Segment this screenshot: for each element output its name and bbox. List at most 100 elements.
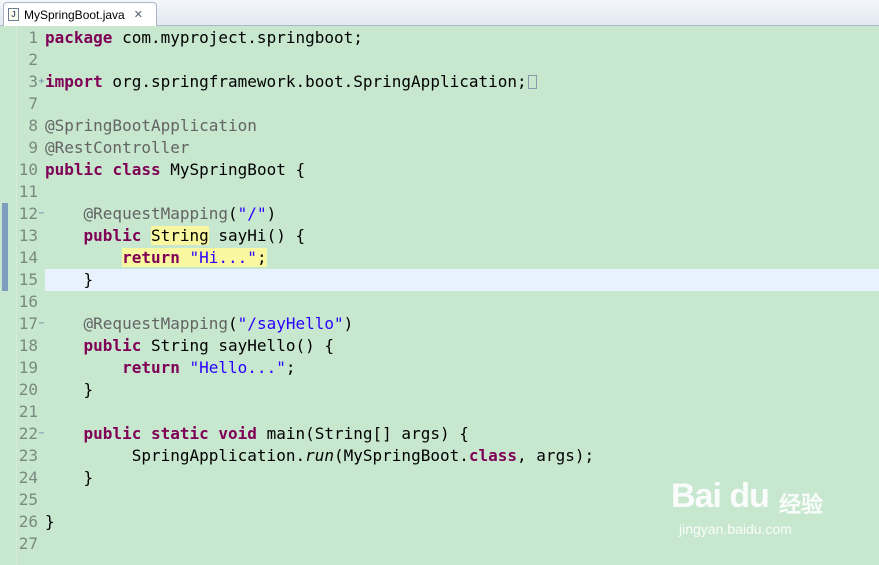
collapse-fold-icon[interactable]: − <box>38 203 45 225</box>
code-line[interactable] <box>45 401 879 423</box>
code-token: } <box>45 380 94 399</box>
code-line[interactable]: } <box>45 269 879 291</box>
line-number: 22 <box>18 424 38 443</box>
code-line[interactable]: import org.springframework.boot.SpringAp… <box>45 71 879 93</box>
code-line[interactable] <box>45 49 879 71</box>
code-line[interactable]: SpringApplication.run(MySpringBoot.class… <box>45 445 879 467</box>
code-line[interactable] <box>45 93 879 115</box>
baidu-jingyan-watermark: Bai du 经验 jingyan.baidu.com <box>671 477 831 543</box>
code-token: "Hi..." <box>189 248 257 267</box>
line-number: 26 <box>18 512 38 531</box>
code-token: ) <box>266 204 277 223</box>
code-token: (MySpringBoot. <box>334 446 469 465</box>
code-token: return <box>122 248 180 267</box>
code-token: SpringApplication. <box>45 446 306 465</box>
code-line[interactable]: @RequestMapping("/sayHello") <box>45 313 879 335</box>
line-number: 10 <box>18 160 38 179</box>
code-token: static <box>150 424 209 443</box>
expand-fold-icon[interactable]: + <box>38 71 45 93</box>
code-token: package <box>45 28 113 47</box>
code-line[interactable]: @SpringBootApplication <box>45 115 879 137</box>
line-number: 23 <box>18 446 38 465</box>
code-token: "/" <box>237 204 267 223</box>
line-number: 17 <box>18 314 38 333</box>
code-token: } <box>45 512 55 531</box>
watermark-cn: 经验 <box>779 492 824 517</box>
code-line[interactable]: public static void main(String[] args) { <box>45 423 879 445</box>
watermark-url: jingyan.baidu.com <box>679 521 792 537</box>
collapsed-region-icon[interactable] <box>527 75 537 89</box>
line-number: 3 <box>28 72 38 91</box>
collapse-fold-icon[interactable]: − <box>38 313 45 335</box>
code-line[interactable]: public String sayHello() { <box>45 335 879 357</box>
code-token: com.myproject.springboot; <box>112 28 363 47</box>
line-number: 13 <box>18 226 38 245</box>
line-number: 19 <box>18 358 38 377</box>
line-number: 8 <box>28 116 38 135</box>
code-token: , args); <box>517 446 595 465</box>
code-token: main(String[] args) { <box>256 424 469 443</box>
code-token: public <box>45 160 103 179</box>
editor-tab-bar: J MySpringBoot.java ✕ <box>0 0 879 26</box>
code-token: import <box>45 72 103 91</box>
code-line[interactable] <box>45 291 879 313</box>
line-number: 24 <box>18 468 38 487</box>
code-line[interactable]: } <box>45 379 879 401</box>
watermark-logo: Bai du <box>671 477 770 515</box>
code-token: @RequestMapping <box>83 314 229 333</box>
change-marker <box>2 203 8 291</box>
code-token: "/sayHello" <box>237 314 344 333</box>
line-number: 2 <box>28 50 38 69</box>
code-line[interactable]: return "Hello..."; <box>45 357 879 379</box>
code-token: public <box>83 226 142 245</box>
code-token: "Hello..." <box>189 358 286 377</box>
line-number: 1 <box>28 28 38 47</box>
code-token: @SpringBootApplication <box>45 116 257 135</box>
code-token: } <box>45 468 94 487</box>
code-token: String sayHello() { <box>141 336 334 355</box>
code-token: public <box>83 336 142 355</box>
code-editor[interactable]: 1 2 3 +7 8 9 10 11 12−13 14 15 16 17−18 19 20 21 22−23 24… <box>0 26 879 565</box>
code-token: ) <box>343 314 354 333</box>
code-line[interactable]: package com.myproject.springboot; <box>45 27 879 49</box>
code-token: String <box>150 226 209 245</box>
line-number: 15 <box>18 270 38 289</box>
code-token: public <box>83 424 142 443</box>
line-number: 16 <box>18 292 38 311</box>
overview-ruler <box>0 26 17 565</box>
code-token: ( <box>228 204 238 223</box>
line-number: 27 <box>18 534 38 553</box>
code-token: ( <box>228 314 238 333</box>
code-line[interactable]: public class MySpringBoot { <box>45 159 879 181</box>
close-icon[interactable]: ✕ <box>134 8 143 21</box>
code-line[interactable]: @RequestMapping("/") <box>45 203 879 225</box>
code-line[interactable]: @RestController <box>45 137 879 159</box>
code-token: return <box>122 358 180 377</box>
code-token: } <box>45 270 94 289</box>
code-line[interactable]: public String sayHi() { <box>45 225 879 247</box>
editor-tab[interactable]: J MySpringBoot.java ✕ <box>3 2 157 26</box>
java-file-icon: J <box>8 8 19 21</box>
code-line[interactable] <box>45 181 879 203</box>
line-number-gutter: 1 2 3 +7 8 9 10 11 12−13 14 15 16 17−18 19 20 21 22−23 24… <box>16 26 45 565</box>
collapse-fold-icon[interactable]: − <box>38 423 45 445</box>
line-number: 11 <box>18 182 38 201</box>
code-token: void <box>218 424 257 443</box>
code-token: org.springframework.boot.SpringApplicati… <box>102 72 527 91</box>
code-line[interactable]: return "Hi..."; <box>45 247 879 269</box>
code-token: class <box>468 446 518 465</box>
code-token: MySpringBoot { <box>160 160 306 179</box>
line-number: 9 <box>28 138 38 157</box>
